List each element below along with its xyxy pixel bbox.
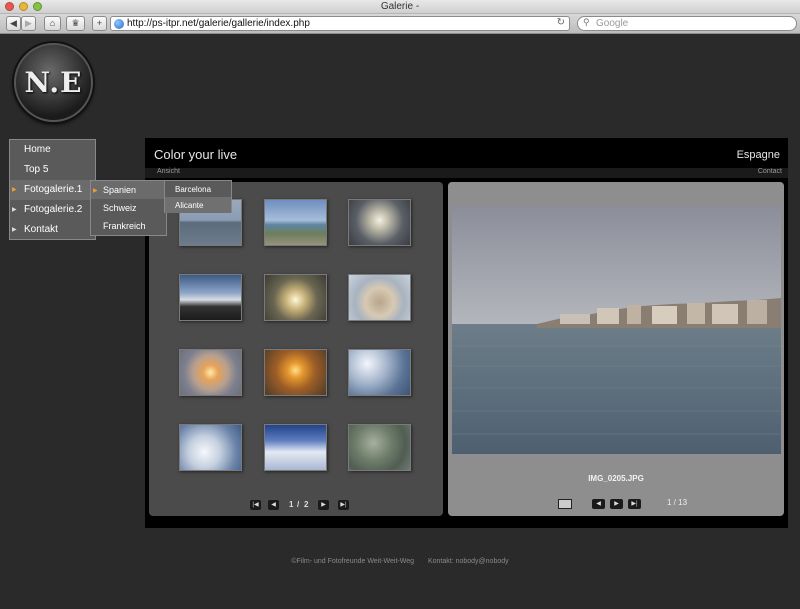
url-text: http://ps-itpr.net/galerie/gallerie/inde… [127, 18, 310, 29]
prev-page-icon[interactable]: ◀ [268, 500, 279, 510]
thumbnail[interactable] [264, 424, 327, 471]
main-menu: Home Top 5 ▶ Fotogalerie.1 ▶ Fotogalerie… [9, 139, 96, 240]
current-page: 1 [289, 500, 294, 509]
logo-text: N.E [24, 66, 83, 99]
submenu-item-label: Spanien [103, 185, 137, 195]
globe-icon [114, 19, 124, 29]
menu-item-top5[interactable]: Top 5 [10, 160, 95, 180]
menu-item-home[interactable]: Home [10, 140, 95, 160]
thumbnail[interactable] [348, 424, 411, 471]
footer-copyright: ©Film- und Fotofreunde Weit-Weit-Weg [291, 558, 415, 565]
submenu-item-label: Schweiz [103, 203, 137, 213]
bookmarks-icon[interactable]: ♛ [66, 16, 85, 31]
search-placeholder: Google [596, 18, 629, 29]
gallery-album-name: Espagne [736, 149, 780, 161]
menu-item-label: Top 5 [24, 164, 49, 175]
submenu-item-schweiz[interactable]: Schweiz [91, 199, 166, 217]
menu-item-fotogalerie-1[interactable]: ▶ Fotogalerie.1 [10, 180, 95, 200]
chevron-right-icon: ▶ [12, 187, 17, 193]
add-bookmark-button[interactable]: + [92, 16, 107, 31]
window-title: Galerie - [380, 1, 420, 12]
back-button[interactable]: ◀ [6, 16, 21, 31]
thumbnail-pager: |◀ ◀ 1 / 2 ▶ ▶| [149, 500, 443, 512]
total-pages: 2 [304, 500, 309, 509]
first-page-icon[interactable]: |◀ [250, 500, 261, 510]
thumbnail[interactable] [179, 424, 242, 471]
thumbnail[interactable] [348, 349, 411, 396]
menu-item-kontakt[interactable]: ▶ Kontakt [10, 220, 95, 240]
submenu-fotogalerie-1: ▶ Spanien Schweiz Frankreich [90, 180, 167, 236]
footer-contact[interactable]: Kontakt: nobody@nobody [428, 558, 509, 565]
main-photo[interactable] [452, 206, 781, 454]
chevron-right-icon: ▶ [12, 227, 17, 233]
home-button[interactable]: ⌂ [44, 16, 61, 31]
browser-toolbar: ◀ ▶ ⌂ ♛ + http://ps-itpr.net/galerie/gal… [0, 14, 800, 34]
thumbnail[interactable] [179, 274, 242, 321]
thumbnail[interactable] [264, 199, 327, 246]
site-logo[interactable]: N.E [14, 43, 93, 122]
next-page-icon[interactable]: ▶ [318, 500, 329, 510]
view-link[interactable]: Ansicht [157, 168, 180, 175]
menu-item-label: Home [24, 144, 51, 155]
gallery-title: Color your live [154, 147, 238, 162]
play-slideshow-icon[interactable]: ▶ [610, 499, 623, 509]
search-icon: ⚲ [583, 17, 590, 27]
page-separator: / [297, 500, 300, 509]
contact-link[interactable]: Contact [758, 168, 782, 175]
submenu-item-label: Alicante [175, 201, 204, 210]
thumbnail[interactable] [348, 199, 411, 246]
gallery-subbar: Ansicht Contact [145, 168, 788, 178]
forward-button[interactable]: ▶ [21, 16, 36, 31]
next-photo-icon[interactable]: ▶| [628, 499, 641, 509]
fullscreen-icon[interactable] [558, 499, 572, 509]
submenu-item-label: Barcelona [175, 185, 212, 194]
thumbnail[interactable] [264, 274, 327, 321]
image-viewer: IMG_0205.JPG ◀ ▶ ▶| 1 / 13 [448, 182, 784, 516]
thumbnail-panel: |◀ ◀ 1 / 2 ▶ ▶| [149, 182, 443, 516]
submenu-item-label: Frankreich [103, 221, 146, 231]
search-field[interactable]: ⚲ Google [577, 16, 797, 31]
last-page-icon[interactable]: ▶| [338, 500, 349, 510]
prev-photo-icon[interactable]: ◀ [592, 499, 605, 509]
menu-item-label: Kontakt [24, 224, 58, 235]
window-titlebar: Galerie - [0, 0, 800, 14]
menu-item-label: Fotogalerie.1 [24, 184, 83, 195]
gallery-content: |◀ ◀ 1 / 2 ▶ ▶| IMG_0205.JPG ◀ ▶ ▶| 1 / … [145, 178, 788, 528]
menu-item-fotogalerie-2[interactable]: ▶ Fotogalerie.2 [10, 200, 95, 220]
photo-counter: 1 / 13 [667, 498, 688, 507]
thumbnail[interactable] [348, 274, 411, 321]
submenu-item-barcelona[interactable]: Barcelona [165, 181, 231, 197]
reload-icon[interactable]: ↻ [557, 17, 565, 28]
thumbnail[interactable] [179, 349, 242, 396]
chevron-right-icon: ▶ [93, 188, 98, 194]
submenu-item-frankreich[interactable]: Frankreich [91, 217, 166, 235]
menu-item-label: Fotogalerie.2 [24, 204, 83, 215]
submenu-spanien: Barcelona Alicante [164, 180, 232, 213]
photo-filename: IMG_0205.JPG [588, 474, 644, 483]
chevron-right-icon: ▶ [12, 207, 17, 213]
main-photo-image [452, 206, 781, 454]
submenu-item-alicante[interactable]: Alicante [165, 197, 231, 213]
page-footer: ©Film- und Fotofreunde Weit-Weit-Weg Kon… [0, 558, 800, 565]
submenu-item-spanien[interactable]: ▶ Spanien [91, 181, 166, 199]
thumbnail[interactable] [264, 349, 327, 396]
gallery-header: Color your live Espagne [145, 138, 788, 168]
address-bar[interactable]: http://ps-itpr.net/galerie/gallerie/inde… [110, 16, 570, 31]
